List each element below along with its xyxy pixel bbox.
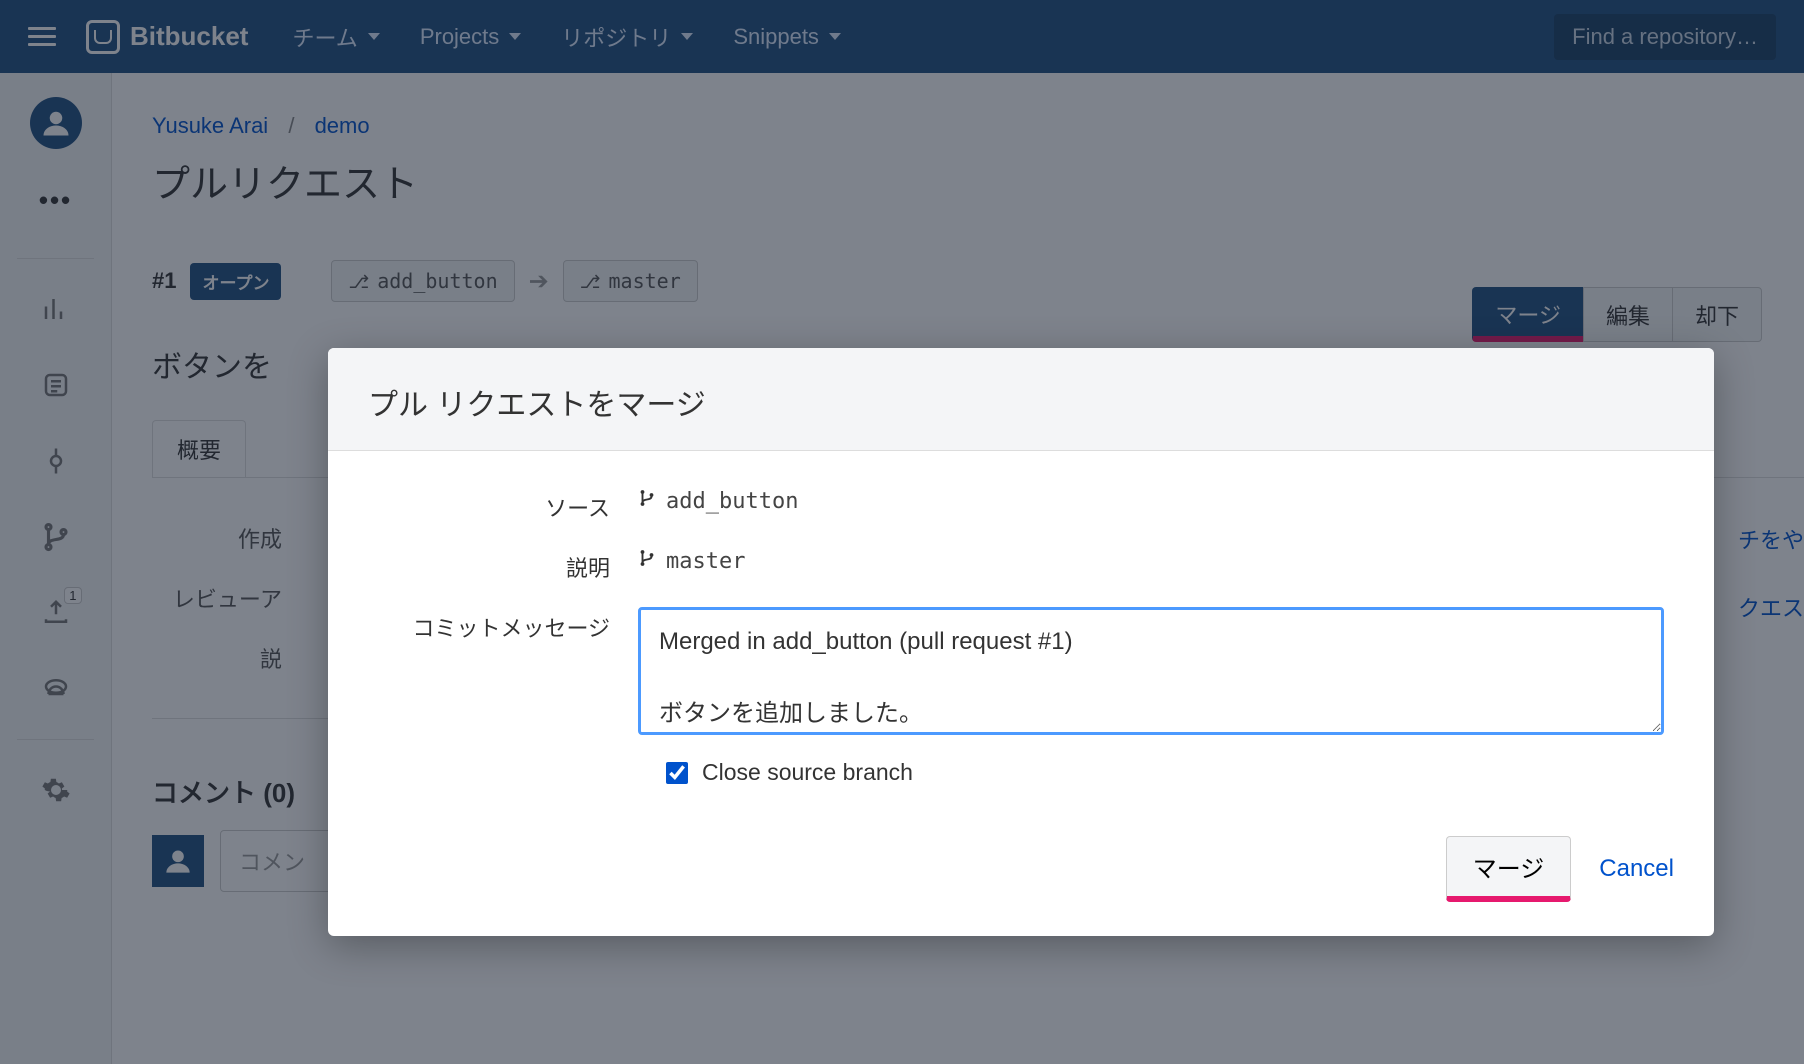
merge-dialog: プル リクエストをマージ ソース add_button 説明 master コミ… <box>328 348 1714 936</box>
close-branch-checkbox[interactable] <box>666 762 688 784</box>
commit-message-input[interactable] <box>638 607 1664 735</box>
target-branch-value: master <box>666 549 745 574</box>
source-branch-value: add_button <box>666 489 798 514</box>
dialog-merge-button[interactable]: マージ <box>1446 836 1572 902</box>
target-label: 説明 <box>378 547 638 583</box>
source-label: ソース <box>378 487 638 523</box>
commit-message-label: コミットメッセージ <box>378 607 638 643</box>
branch-icon <box>638 487 656 515</box>
dialog-title: プル リクエストをマージ <box>328 348 1714 451</box>
branch-icon <box>638 547 656 575</box>
dialog-cancel-button[interactable]: Cancel <box>1599 855 1674 883</box>
close-branch-label: Close source branch <box>702 759 913 786</box>
